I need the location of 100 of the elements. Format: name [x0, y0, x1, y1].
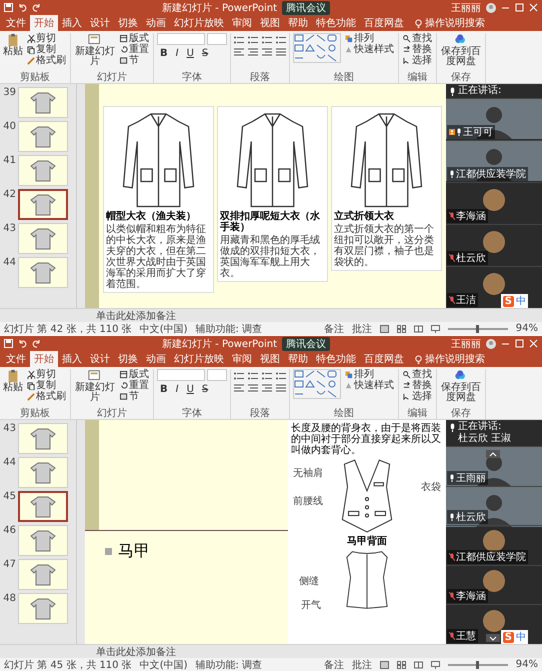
slide-thumbnail[interactable] — [18, 189, 68, 220]
indent-icon[interactable] — [262, 36, 272, 44]
format-button[interactable]: S — [198, 384, 212, 395]
close-icon[interactable] — [529, 3, 538, 12]
close-icon[interactable] — [529, 339, 538, 348]
line-spacing-icon[interactable] — [276, 372, 286, 380]
line-spacing-icon[interactable] — [276, 36, 286, 44]
chevron-down-icon[interactable] — [486, 634, 500, 642]
ribbon-button[interactable]: 排列 — [344, 369, 395, 380]
ribbon-tab[interactable]: 设计 — [86, 351, 114, 367]
align-left-icon[interactable] — [234, 48, 244, 56]
normal-view-icon[interactable] — [380, 660, 389, 668]
ribbon-tab[interactable]: 百度网盘 — [360, 351, 408, 367]
ribbon-tab[interactable]: 文件 — [2, 351, 30, 367]
numbering-icon[interactable] — [248, 36, 258, 44]
ribbon-tab[interactable]: 幻灯片放映 — [170, 351, 228, 367]
format-button[interactable]: U — [184, 384, 197, 395]
ribbon-button[interactable]: 版式 — [119, 33, 150, 44]
ribbon-button[interactable]: 快速样式 — [344, 380, 395, 391]
ribbon-tab[interactable]: 动画 — [142, 351, 170, 367]
accessibility-label[interactable]: 辅助功能: 调查 — [196, 658, 262, 671]
ribbon-tab[interactable]: 帮助 — [284, 351, 312, 367]
ribbon-button[interactable]: 节 — [119, 391, 150, 402]
grid-view-icon[interactable] — [396, 324, 406, 332]
ime-mode[interactable]: 中 — [516, 294, 526, 308]
align-center-icon[interactable] — [248, 48, 258, 56]
format-button[interactable]: U — [184, 48, 197, 59]
font-name-field[interactable] — [157, 33, 205, 45]
notes-field[interactable]: 单击此处添加备注 — [0, 308, 542, 322]
format-button[interactable]: I — [172, 48, 182, 59]
zoom-thumb[interactable] — [476, 660, 480, 668]
notes-button[interactable]: 备注 — [324, 322, 344, 335]
zoom-thumb[interactable] — [476, 324, 480, 332]
ribbon-tab[interactable]: 切换 — [114, 351, 142, 367]
ribbon-tab[interactable]: 文件 — [2, 15, 30, 31]
comments-button[interactable]: 批注 — [352, 322, 372, 335]
ribbon-button[interactable]: 新建幻灯片 — [74, 369, 116, 403]
format-button[interactable]: S — [198, 48, 212, 59]
align-left-icon[interactable] — [234, 384, 244, 392]
ribbon-button[interactable]: 保存到百度网盘 — [440, 33, 482, 67]
avatar-icon[interactable] — [486, 2, 496, 12]
font-size-field[interactable] — [207, 369, 227, 381]
notes-button[interactable]: 备注 — [324, 658, 344, 671]
ribbon-button[interactable]: 选择 — [402, 391, 433, 402]
language-label[interactable]: 中文(中国) — [140, 658, 188, 671]
format-button[interactable]: B — [157, 48, 171, 59]
book-icon[interactable] — [414, 324, 423, 332]
save-icon[interactable] — [4, 3, 13, 12]
align-right-icon[interactable] — [262, 384, 272, 392]
search-hint[interactable]: 操作说明搜索 — [425, 16, 485, 30]
language-label[interactable]: 中文(中国) — [140, 322, 188, 335]
undo-icon[interactable] — [18, 339, 27, 348]
ribbon-tab[interactable]: 插入 — [58, 351, 86, 367]
zoom-level[interactable]: 94% — [516, 659, 538, 670]
notes-field[interactable]: 单击此处添加备注 — [0, 644, 542, 658]
ribbon-button[interactable]: 粘贴 — [3, 369, 23, 393]
font-size-field[interactable] — [207, 33, 227, 45]
ribbon-button[interactable]: 新建幻灯片 — [74, 33, 116, 67]
save-icon[interactable] — [4, 339, 13, 348]
ribbon-tab[interactable]: 插入 — [58, 15, 86, 31]
bullets-icon[interactable] — [234, 36, 244, 44]
ribbon-tab[interactable]: 切换 — [114, 15, 142, 31]
book-icon[interactable] — [414, 660, 423, 668]
ribbon-button[interactable]: 选择 — [402, 55, 433, 66]
ribbon-tab[interactable]: 百度网盘 — [360, 15, 408, 31]
accessibility-label[interactable]: 辅助功能: 调查 — [196, 322, 262, 335]
redo-icon[interactable] — [32, 339, 41, 348]
shapes-gallery[interactable] — [293, 369, 341, 399]
ribbon-tab[interactable]: 视图 — [256, 15, 284, 31]
chevron-up-icon[interactable] — [486, 450, 500, 458]
ribbon-tab[interactable]: 视图 — [256, 351, 284, 367]
font-name-field[interactable] — [157, 369, 205, 381]
ime-mode[interactable]: 中 — [516, 630, 526, 644]
ribbon-button[interactable]: 格式刷 — [26, 391, 67, 402]
format-button[interactable]: B — [157, 384, 171, 395]
grid-view-icon[interactable] — [396, 660, 406, 668]
meeting-badge[interactable]: 腾讯会议 — [282, 336, 330, 350]
ribbon-tab[interactable]: 特色功能 — [312, 15, 360, 31]
indent-icon[interactable] — [262, 372, 272, 380]
ribbon-button[interactable]: 查找 — [402, 369, 433, 380]
ribbon-tab[interactable]: 特色功能 — [312, 351, 360, 367]
ribbon-button[interactable]: 剪切 — [26, 369, 67, 380]
align-right-icon[interactable] — [262, 48, 272, 56]
ribbon-button[interactable]: 排列 — [344, 33, 395, 44]
ribbon-button[interactable]: 格式刷 — [26, 55, 67, 66]
shapes-gallery[interactable] — [293, 33, 341, 63]
slide-thumbnail[interactable] — [18, 491, 68, 522]
ribbon-button[interactable]: 剪切 — [26, 33, 67, 44]
align-center-icon[interactable] — [248, 384, 258, 392]
screen-icon[interactable] — [430, 660, 440, 668]
maximize-icon[interactable] — [515, 339, 524, 348]
normal-view-icon[interactable] — [380, 324, 389, 332]
avatar-icon[interactable] — [486, 338, 496, 348]
redo-icon[interactable] — [32, 3, 41, 12]
numbering-icon[interactable] — [248, 372, 258, 380]
ribbon-button[interactable]: 重置 — [119, 380, 150, 391]
ribbon-button[interactable]: 替换 — [402, 44, 433, 55]
ribbon-tab[interactable]: 幻灯片放映 — [170, 15, 228, 31]
ribbon-button[interactable]: 粘贴 — [3, 33, 23, 57]
meeting-badge[interactable]: 腾讯会议 — [282, 0, 330, 14]
